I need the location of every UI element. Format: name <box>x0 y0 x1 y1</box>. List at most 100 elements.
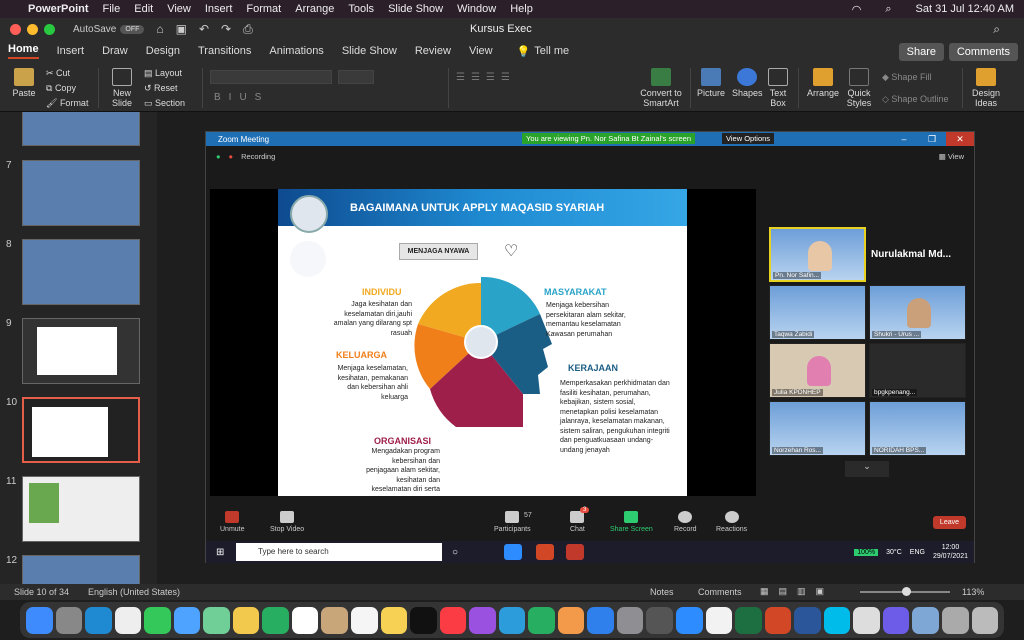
quicktime-icon[interactable] <box>646 606 674 634</box>
scroll-down-chevron-icon[interactable]: ⌄ <box>845 461 889 477</box>
participant-tile[interactable]: Taqwa Zabidi <box>769 285 866 340</box>
facetime-icon[interactable] <box>262 606 289 634</box>
photos-icon[interactable] <box>232 606 260 634</box>
minimize-window-button[interactable] <box>27 23 38 35</box>
tab-draw[interactable]: Draw <box>102 45 128 57</box>
reset-button[interactable]: ↺ Reset <box>144 83 178 94</box>
zoom-level[interactable]: 113% <box>962 587 984 597</box>
zoom-slider[interactable] <box>860 587 950 596</box>
design-ideas-button[interactable]: Design Ideas <box>970 68 1002 108</box>
format-painter-button[interactable]: 🖌 Format <box>46 98 88 109</box>
participant-tile[interactable]: bpgkpenang... <box>869 343 966 398</box>
taskbar-search-input[interactable]: Type here to search <box>236 543 442 561</box>
view-buttons[interactable]: ▦▤▥▣ <box>760 586 834 597</box>
taskbar-clock[interactable]: 12:00 29/07/2021 <box>933 543 968 561</box>
menu-file[interactable]: File <box>103 3 121 15</box>
print-icon[interactable]: ⎙ <box>243 22 253 37</box>
appletv-icon[interactable] <box>410 606 437 634</box>
quick-styles-button[interactable]: Quick Styles <box>844 68 874 108</box>
menu-slideshow[interactable]: Slide Show <box>388 3 443 15</box>
slide-thumbnail-selected[interactable] <box>22 397 140 463</box>
slide-thumbnail[interactable] <box>22 112 140 146</box>
convert-smartart-button[interactable]: Convert to SmartArt <box>636 68 686 108</box>
finder-icon[interactable] <box>26 606 53 634</box>
participant-tile-active[interactable]: Pn. Nor Safin... <box>769 227 866 282</box>
save-icon[interactable]: ▣ <box>176 22 187 36</box>
tab-review[interactable]: Review <box>415 45 451 57</box>
mail-icon[interactable] <box>173 606 201 634</box>
record-button[interactable]: Record <box>674 511 697 533</box>
wifi-icon[interactable]: ◠ <box>852 3 862 16</box>
shapes-button[interactable]: Shapes <box>732 68 763 98</box>
participant-tile[interactable]: Shukri - Urus ... <box>869 285 966 340</box>
clock[interactable]: Sat 31 Jul 12:40 AM <box>916 3 1014 15</box>
slide-thumbnail[interactable] <box>22 476 140 542</box>
numbers-icon[interactable] <box>528 606 555 634</box>
tab-animations[interactable]: Animations <box>269 45 323 57</box>
zoom-window-button[interactable] <box>44 23 55 35</box>
menu-help[interactable]: Help <box>510 3 533 15</box>
cut-button[interactable]: ✂ Cut <box>46 68 70 79</box>
font-name-select[interactable] <box>210 70 332 84</box>
slide-thumbnail[interactable] <box>22 555 140 584</box>
slide-thumbnail[interactable] <box>22 318 140 384</box>
chat-button[interactable]: Chat <box>570 511 585 533</box>
contacts-icon[interactable] <box>321 606 349 634</box>
menu-format[interactable]: Format <box>246 3 281 15</box>
powerpoint-taskbar-icon[interactable] <box>536 544 554 560</box>
notes-button[interactable]: Notes <box>650 587 674 597</box>
undo-icon[interactable]: ↶ <box>199 22 209 36</box>
section-button[interactable]: ▭ Section <box>144 98 185 109</box>
pages-icon[interactable] <box>557 606 585 634</box>
imovie-icon[interactable] <box>882 606 910 634</box>
temperature[interactable]: 30°C <box>886 549 902 556</box>
layout-button[interactable]: ▤ Layout <box>144 68 182 79</box>
close-window-button[interactable] <box>10 23 21 35</box>
arrange-button[interactable]: Arrange <box>806 68 840 98</box>
autosave-toggle[interactable]: OFF <box>120 24 145 34</box>
textbox-button[interactable]: Text Box <box>766 68 790 108</box>
tab-home[interactable]: Home <box>8 43 39 59</box>
new-slide-button[interactable]: New Slide <box>106 68 138 108</box>
tell-me-input[interactable]: Tell me <box>534 45 569 57</box>
launchpad-icon[interactable] <box>55 606 83 634</box>
participant-tile[interactable]: NORIDAH BPS... <box>869 401 966 456</box>
stop-video-button[interactable]: Stop Video <box>270 511 304 533</box>
reactions-button[interactable]: Reactions <box>716 511 747 533</box>
notes-icon[interactable] <box>380 606 408 634</box>
comments-button[interactable]: Comments <box>948 43 1018 61</box>
zoom-slider-thumb[interactable] <box>902 587 911 596</box>
keynote-icon[interactable] <box>498 606 526 634</box>
chrome-icon[interactable] <box>114 606 142 634</box>
menu-view[interactable]: View <box>167 3 191 15</box>
windows-start-icon[interactable]: ⊞ <box>216 547 224 558</box>
language[interactable]: ENG <box>910 549 925 556</box>
view-button[interactable]: ▦ View <box>939 152 964 161</box>
settings-icon[interactable] <box>616 606 644 634</box>
zoom-icon[interactable] <box>676 606 703 634</box>
battery-indicator[interactable]: 100% <box>854 548 879 556</box>
zoom-taskbar-icon[interactable] <box>504 544 522 560</box>
word-icon[interactable] <box>794 606 821 634</box>
participant-tile[interactable]: Norzehan Ros... <box>769 401 866 456</box>
share-screen-button[interactable]: Share Screen <box>610 511 653 533</box>
music-icon[interactable] <box>439 606 467 634</box>
tab-insert[interactable]: Insert <box>57 45 85 57</box>
safari-icon[interactable] <box>85 606 112 634</box>
home-icon[interactable]: ⌂ <box>156 22 163 36</box>
menu-insert[interactable]: Insert <box>205 3 233 15</box>
app-name-menu[interactable]: PowerPoint <box>28 3 89 15</box>
trash-icon[interactable] <box>971 606 999 634</box>
search-icon[interactable]: ⌕ <box>885 3 891 16</box>
tab-design[interactable]: Design <box>146 45 180 57</box>
shape-outline-button[interactable]: ◇ Shape Outline <box>882 94 948 105</box>
powerpoint-icon[interactable] <box>764 606 792 634</box>
slide-thumbnail[interactable] <box>22 239 140 305</box>
taskview-icon[interactable]: ○ <box>452 547 458 558</box>
reminders-icon[interactable] <box>351 606 378 634</box>
appstore-icon[interactable] <box>587 606 614 634</box>
menu-edit[interactable]: Edit <box>134 3 153 15</box>
webex-icon[interactable] <box>823 606 851 634</box>
menu-tools[interactable]: Tools <box>348 3 374 15</box>
maps-icon[interactable] <box>203 606 230 634</box>
